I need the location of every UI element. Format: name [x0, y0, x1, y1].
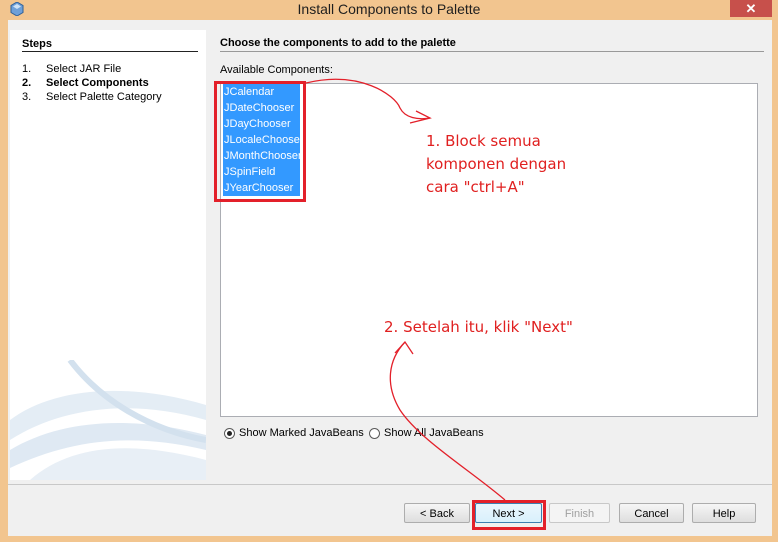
back-button[interactable]: < Back [404, 503, 470, 523]
window-frame-right [772, 20, 778, 542]
window-frame-left [0, 20, 8, 542]
button-bar-divider [8, 484, 772, 485]
available-components-label: Available Components: [220, 64, 333, 76]
steps-divider [22, 51, 198, 52]
annotation-line: komponen dengan [426, 155, 567, 173]
steps-decoration-graphic [10, 360, 206, 480]
cancel-button[interactable]: Cancel [619, 503, 684, 523]
step-select-components: 2. Select Components [22, 77, 149, 89]
steps-title: Steps [22, 38, 52, 50]
annotation-step1: 1. Block semua komponen dengan cara "ctr… [426, 130, 566, 199]
step-number: 3. [22, 91, 32, 103]
radio-show-all[interactable]: Show All JavaBeans [369, 427, 484, 439]
finish-button: Finish [549, 503, 610, 523]
radio-label: Show Marked JavaBeans [239, 427, 364, 439]
panel-divider [220, 51, 764, 52]
radio-show-marked[interactable]: Show Marked JavaBeans [224, 427, 364, 439]
close-button[interactable]: ✕ [730, 0, 772, 17]
step-label: Select Components [46, 77, 149, 89]
panel-title: Choose the components to add to the pale… [220, 37, 456, 49]
radio-label: Show All JavaBeans [384, 427, 484, 439]
annotation-line: cara "ctrl+A" [426, 178, 525, 196]
steps-panel: Steps 1. Select JAR File 2. Select Compone… [10, 30, 206, 480]
dialog-content: Steps 1. Select JAR File 2. Select Compone… [8, 20, 772, 536]
window-title: Install Components to Palette [297, 1, 481, 17]
step-select-jar: 1. Select JAR File [22, 63, 121, 75]
title-bar: Install Components to Palette ✕ [0, 0, 778, 20]
step-number: 1. [22, 63, 32, 75]
step-label: Select Palette Category [46, 91, 162, 103]
window-frame-bottom [0, 536, 778, 542]
annotation-line: 1. Block semua [426, 132, 541, 150]
highlight-box-components [214, 81, 306, 202]
radio-button-checked[interactable] [224, 427, 235, 439]
annotation-step2: 2. Setelah itu, klik "Next" [384, 318, 573, 336]
radio-button[interactable] [369, 427, 380, 439]
step-number: 2. [22, 77, 32, 89]
step-select-palette-category: 3. Select Palette Category [22, 91, 162, 103]
highlight-box-next [472, 500, 546, 530]
help-button[interactable]: Help [692, 503, 756, 523]
step-label: Select JAR File [46, 63, 122, 75]
